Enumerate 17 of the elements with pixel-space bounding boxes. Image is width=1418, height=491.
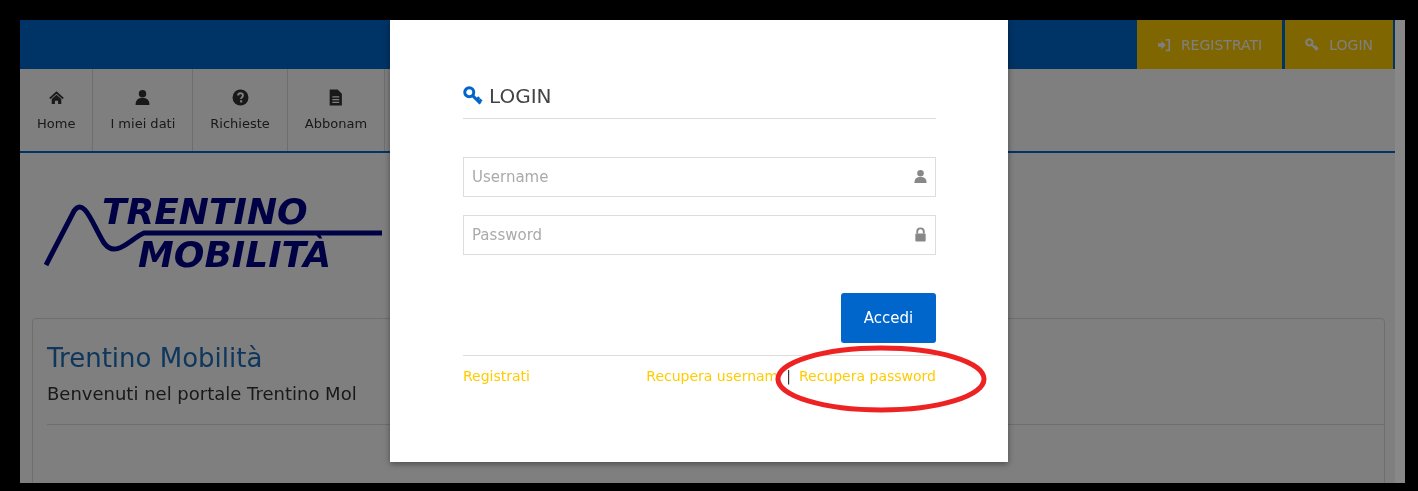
home-icon: [47, 89, 65, 106]
input-field[interactable]: Password: [463, 215, 936, 255]
key-icon: [1305, 37, 1320, 52]
key-icon: [463, 86, 483, 106]
document-icon: [327, 89, 345, 106]
question-icon: [231, 89, 249, 106]
submit-button[interactable]: Accedi: [841, 293, 936, 343]
logo-text: TRENTINO: [102, 189, 309, 233]
sign-in-icon: [1156, 37, 1171, 52]
separator: |: [786, 368, 791, 384]
panel-title: Trentino Mobilità: [47, 343, 264, 373]
logo-text: MOBILITÀ: [138, 233, 332, 277]
lock-icon: [913, 227, 928, 242]
dialog-title: LOGIN: [489, 84, 552, 108]
user-icon: [913, 169, 928, 184]
input-field[interactable]: Username: [463, 157, 936, 197]
user-icon: [134, 89, 152, 106]
